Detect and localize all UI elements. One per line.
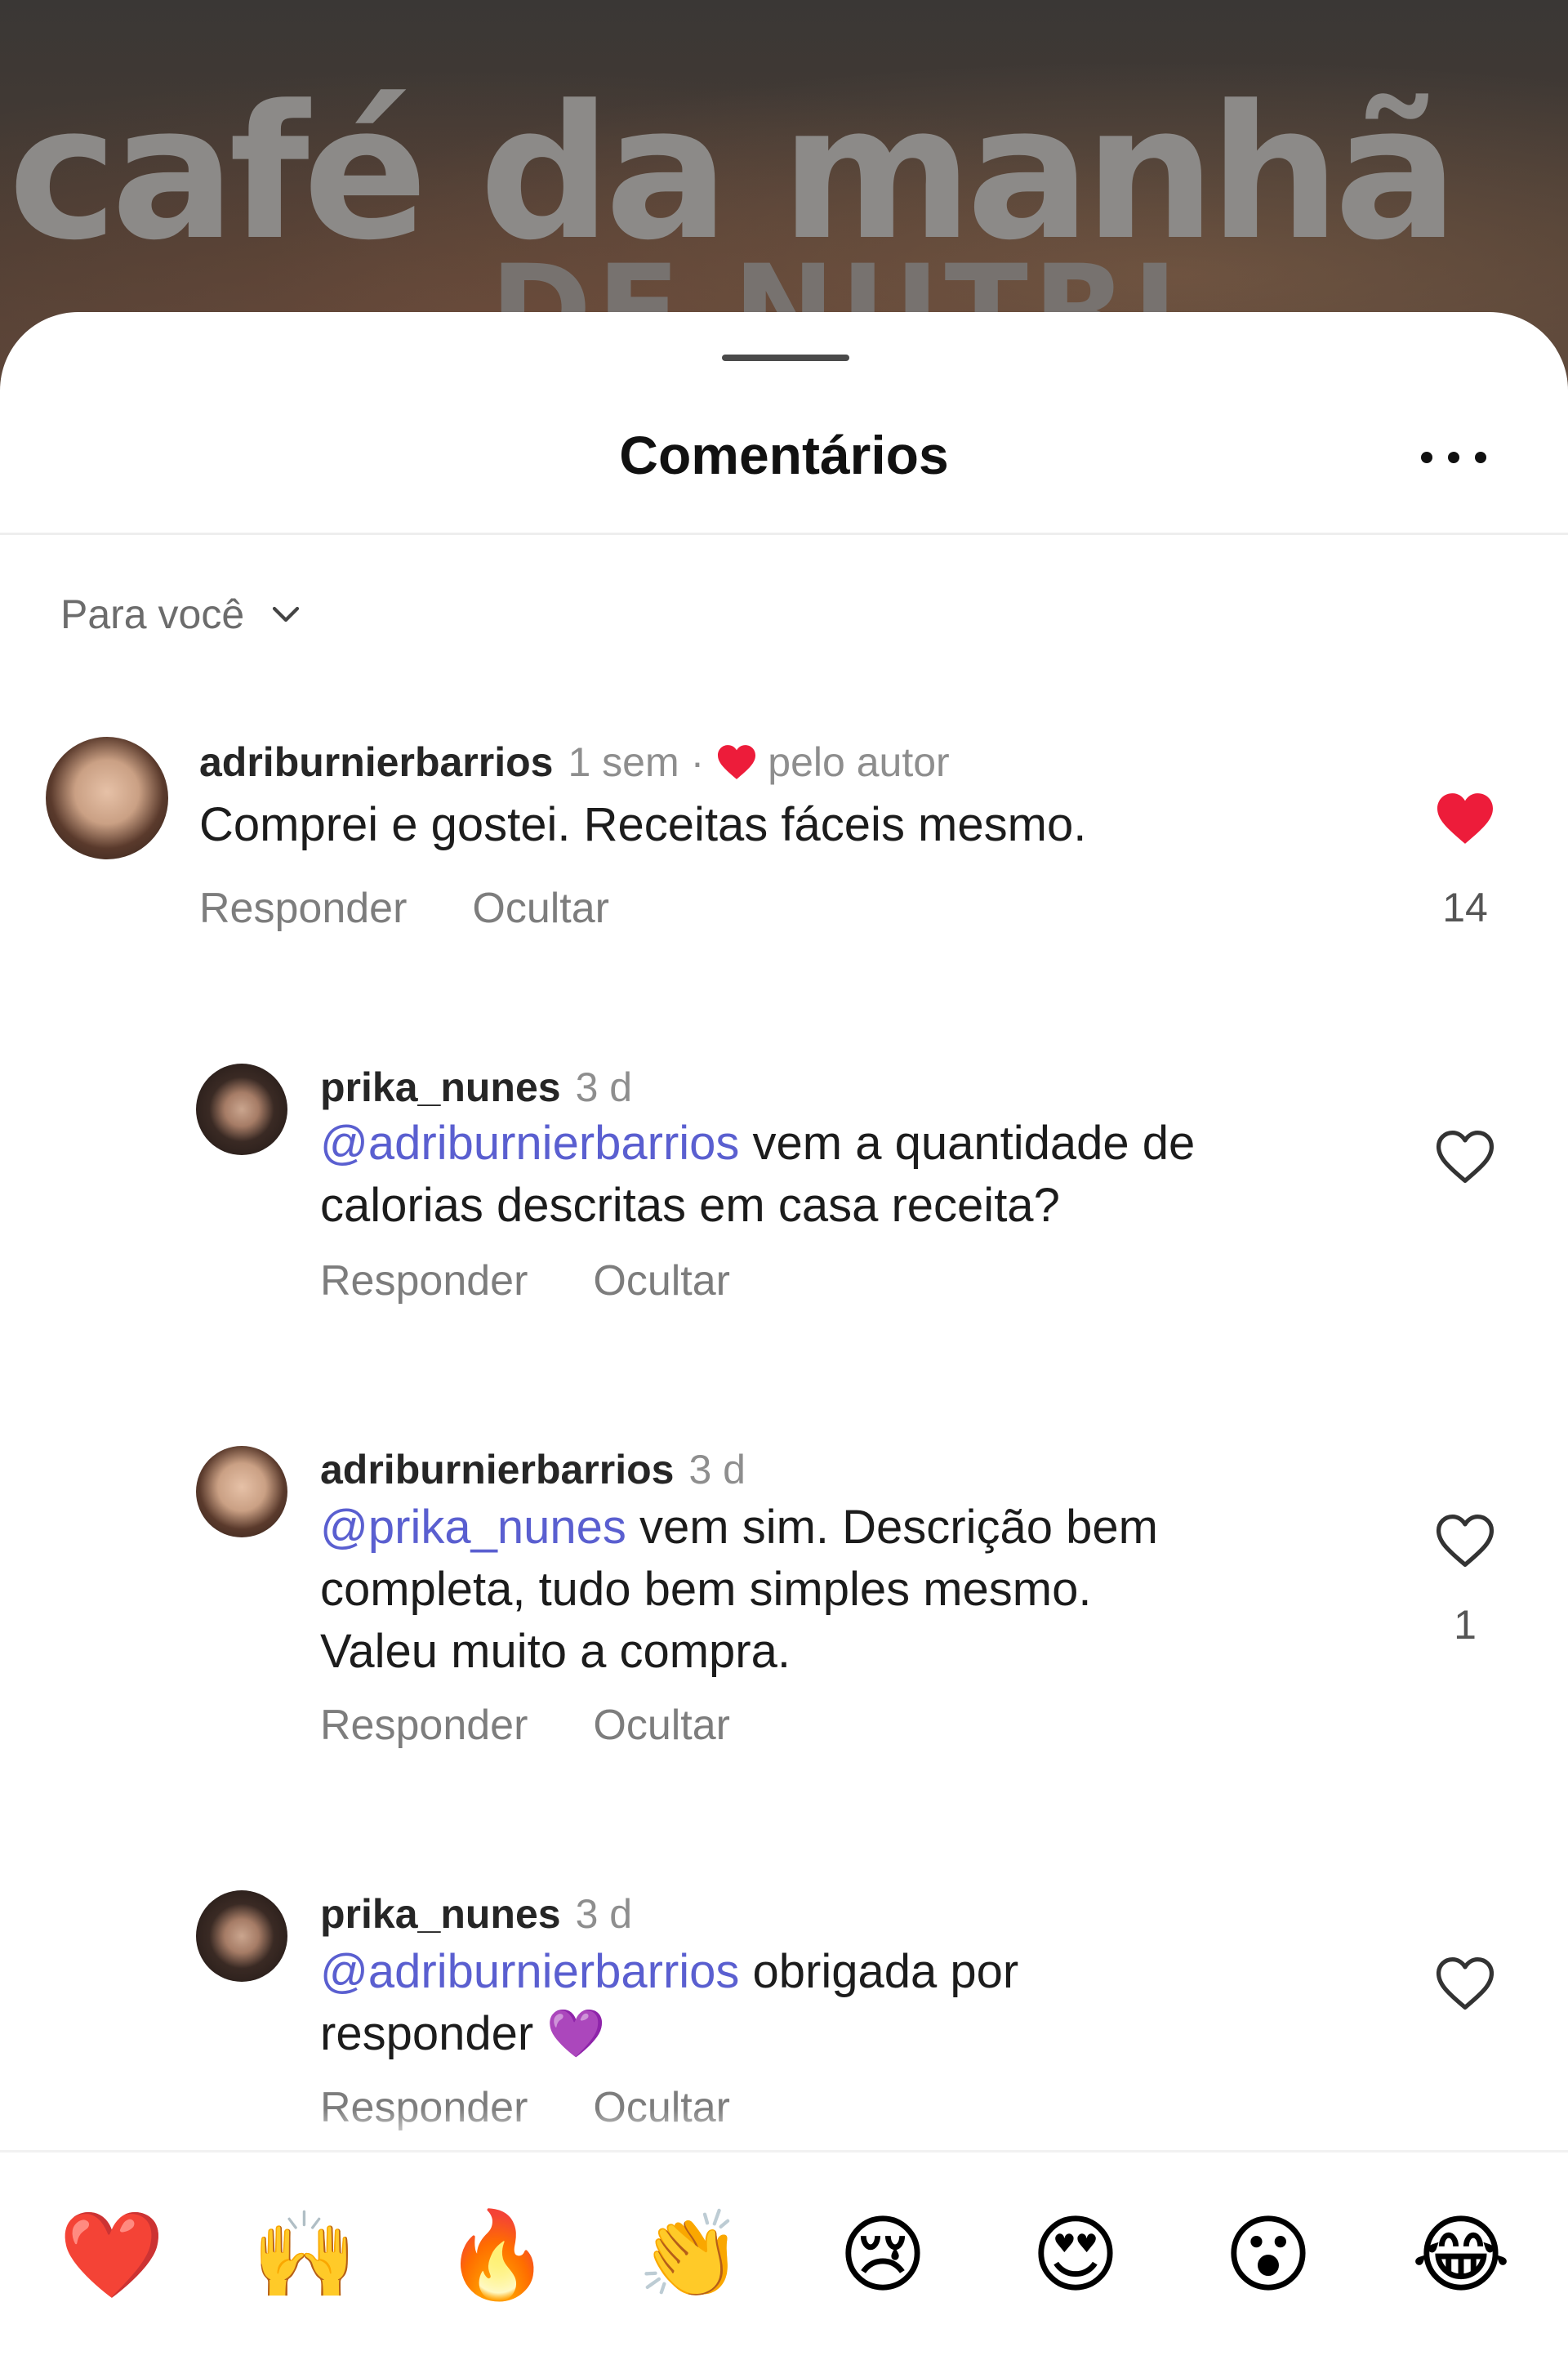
header-divider <box>0 533 1568 535</box>
comment-meta: prika_nunes 3 d <box>320 1064 632 1111</box>
heart-outline-icon[interactable] <box>1434 1956 1496 2011</box>
comment-text: @adriburnierbarrios vem a quantidade de … <box>320 1113 1423 1237</box>
comment-username[interactable]: adriburnierbarrios <box>320 1446 674 1493</box>
reaction-fire-button[interactable]: 🔥 <box>444 2202 550 2308</box>
comment-text-content: obrigada por <box>739 1945 1019 1998</box>
comment-text-content: calorias descritas em casa receita? <box>320 1179 1060 1232</box>
comment-actions: Responder Ocultar <box>320 1256 730 1305</box>
hide-button[interactable]: Ocultar <box>472 884 609 933</box>
reaction-heart-eyes-button[interactable]: 😍 <box>1022 2202 1129 2308</box>
mention-link[interactable]: @adriburnierbarrios <box>320 1117 739 1170</box>
comment-time: 3 d <box>688 1447 746 1492</box>
heart-filled-icon <box>718 745 756 779</box>
reaction-raised-hands-button[interactable]: 🙌 <box>252 2202 358 2308</box>
reply-item: adriburnierbarrios 3 d @prika_nunes vem … <box>0 1446 1568 1756</box>
avatar[interactable] <box>196 1446 287 1537</box>
comment-actions: Responder Ocultar <box>199 884 609 933</box>
reaction-laughing-button[interactable]: 😂 <box>1408 2202 1514 2308</box>
more-options-button[interactable] <box>1421 433 1486 482</box>
heart-outline-icon[interactable] <box>1434 1513 1496 1568</box>
more-horizontal-icon <box>1475 452 1486 463</box>
avatar[interactable] <box>46 737 168 859</box>
reaction-clap-button[interactable]: 👏 <box>637 2202 743 2308</box>
avatar[interactable] <box>196 1890 287 1982</box>
like-control <box>1432 1129 1498 1184</box>
comment-text-content: Comprei e gostei. Receitas fáceis mesmo. <box>199 798 1087 851</box>
comment-username[interactable]: prika_nunes <box>320 1064 561 1111</box>
comment-username[interactable]: prika_nunes <box>320 1890 561 1938</box>
sheet-grabber-handle[interactable] <box>722 355 849 361</box>
reply-button[interactable]: Responder <box>320 1256 528 1305</box>
reply-button[interactable]: Responder <box>199 884 407 933</box>
hide-button[interactable]: Ocultar <box>593 1701 730 1750</box>
reply-button[interactable]: Responder <box>320 1701 528 1750</box>
sort-filter-label: Para você <box>60 591 245 637</box>
comment-actions: Responder Ocultar <box>320 1701 730 1750</box>
comment-text-content: responder 💜 <box>320 2007 606 2060</box>
comment-text: @prika_nunes vem sim. Descrição bem comp… <box>320 1497 1423 1683</box>
sheet-header: Comentários <box>0 418 1568 492</box>
heart-filled-icon[interactable] <box>1434 791 1496 846</box>
hide-button[interactable]: Ocultar <box>593 1256 730 1305</box>
sheet-title: Comentários <box>619 425 949 485</box>
comment-text: Comprei e gostei. Receitas fáceis mesmo. <box>199 794 1383 856</box>
more-horizontal-icon <box>1421 452 1432 463</box>
reaction-crying-button[interactable]: 😢 <box>830 2202 936 2308</box>
comment-time: 1 sem <box>568 739 679 785</box>
comment-text-content: vem a quantidade de <box>739 1117 1196 1170</box>
mention-link[interactable]: @adriburnierbarrios <box>320 1945 739 1998</box>
screen: café da manhã DE NUTRI Comentários Para … <box>0 0 1568 2369</box>
meta-separator: · <box>690 739 705 785</box>
avatar[interactable] <box>196 1064 287 1155</box>
comment-time: 3 d <box>575 1891 633 1937</box>
comment-text-content: completa, tudo bem simples mesmo. <box>320 1563 1092 1616</box>
comment-text: @adriburnierbarrios obrigada por respond… <box>320 1941 1423 2065</box>
comment-time: 3 d <box>575 1064 633 1110</box>
like-count: 14 <box>1442 885 1488 930</box>
comment-meta: prika_nunes 3 d <box>320 1890 632 1938</box>
comment-text-content: vem sim. Descrição bem <box>626 1501 1158 1554</box>
reaction-heart-button[interactable]: ❤️ <box>59 2202 165 2308</box>
comment-meta: adriburnierbarrios 3 d <box>320 1446 746 1493</box>
like-control: 1 <box>1432 1513 1498 1648</box>
mention-link[interactable]: @prika_nunes <box>320 1501 626 1554</box>
sort-filter-dropdown[interactable]: Para você <box>60 582 303 647</box>
quick-reaction-bar: ❤️ 🙌 🔥 👏 😢 😍 😮 😂 <box>0 2150 1568 2369</box>
reply-item: prika_nunes 3 d @adriburnierbarrios vem … <box>0 1064 1568 1309</box>
like-control <box>1432 1956 1498 2011</box>
comment-item: adriburnierbarrios 1 sem · pelo autor Co… <box>0 737 1568 949</box>
like-count: 1 <box>1454 1602 1477 1648</box>
reaction-surprised-button[interactable]: 😮 <box>1215 2202 1321 2308</box>
heart-outline-icon[interactable] <box>1434 1129 1496 1184</box>
more-horizontal-icon <box>1448 452 1459 463</box>
comment-meta: adriburnierbarrios 1 sem · pelo autor <box>199 738 950 786</box>
comment-username[interactable]: adriburnierbarrios <box>199 738 553 786</box>
like-control: 14 <box>1432 791 1498 931</box>
comments-sheet: Comentários Para você adriburnierbarrios… <box>0 312 1568 2369</box>
list-fade <box>0 2109 1568 2150</box>
liked-by-author-label: pelo autor <box>768 739 950 785</box>
chevron-down-icon <box>273 606 300 622</box>
comment-text-content: Valeu muito a compra. <box>320 1625 791 1678</box>
